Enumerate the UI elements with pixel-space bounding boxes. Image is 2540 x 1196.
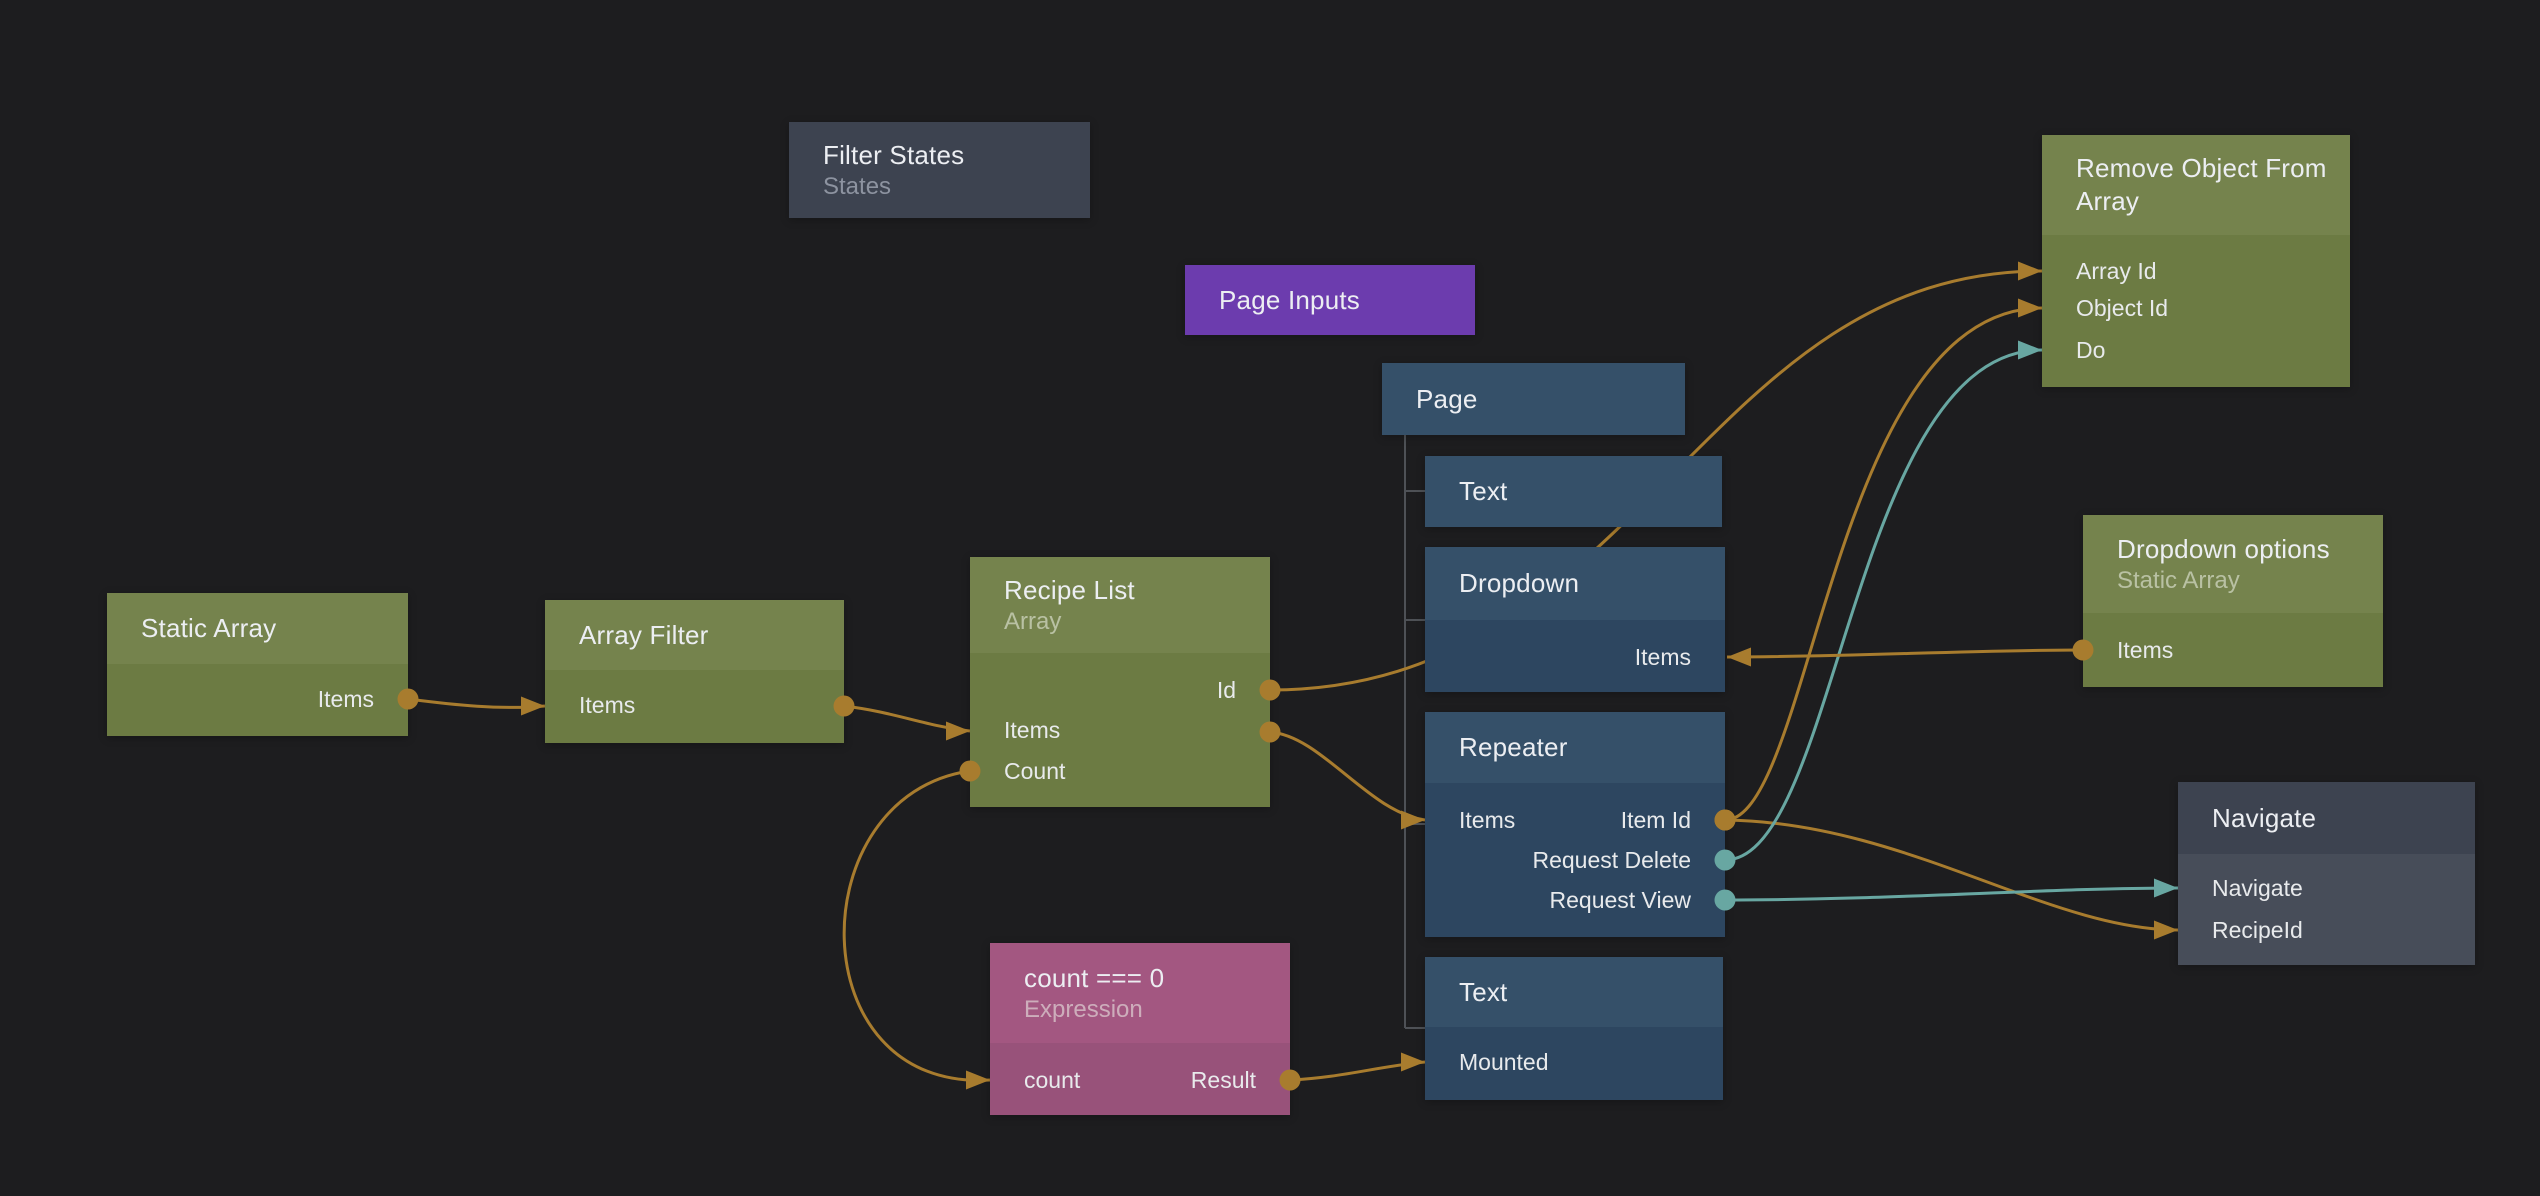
node-header: Text (1425, 957, 1723, 1027)
node-remove-object-from-array[interactable]: Remove Object From Array Array Id Object I… (2042, 135, 2350, 387)
node-subtitle: States (823, 172, 1072, 202)
node-title: Text (1459, 475, 1704, 508)
node-title: Remove Object From Array (2076, 152, 2332, 218)
node-text-2[interactable]: Text Mounted (1425, 957, 1723, 1100)
node-title: Dropdown (1459, 567, 1707, 600)
node-navigate[interactable]: Navigate Navigate RecipeId (2178, 782, 2475, 965)
wire-repeater-item-id-to-remove-object-object-id[interactable] (1725, 308, 2042, 820)
node-recipe-list[interactable]: Recipe ListArray Id Items Count (970, 557, 1270, 807)
node-subtitle: Static Array (2117, 566, 2365, 596)
node-dropdown[interactable]: Dropdown Items (1425, 547, 1725, 692)
port-static-array-items[interactable]: Items (318, 684, 374, 714)
node-header: Static Array (107, 593, 408, 664)
port-repeater-request-delete[interactable]: Request Delete (1532, 845, 1691, 875)
node-title: Static Array (141, 612, 390, 645)
node-repeater[interactable]: Repeater Items Item Id Request Delete Reques… (1425, 712, 1725, 937)
port-repeater-items[interactable]: Items (1459, 805, 1515, 835)
node-header: Filter StatesStates (789, 122, 1090, 218)
node-subtitle: Array (1004, 607, 1252, 637)
port-recipe-list-count[interactable]: Count (1004, 756, 1065, 786)
node-header: Array Filter (545, 600, 844, 670)
node-header: Dropdown optionsStatic Array (2083, 515, 2383, 613)
port-navigate-navigate[interactable]: Navigate (2212, 873, 2303, 903)
node-title: Filter States (823, 139, 1072, 172)
port-repeater-item-id[interactable]: Item Id (1621, 805, 1691, 835)
wire-repeater-request-view-to-navigate-navigate[interactable] (1725, 888, 2178, 900)
port-array-filter-items[interactable]: Items (579, 690, 635, 720)
wire-repeater-request-delete-to-remove-object-do[interactable] (1725, 350, 2042, 860)
wire-static-array-items-to-array-filter-items[interactable] (408, 699, 545, 707)
node-header: Dropdown (1425, 547, 1725, 620)
hierarchy-tree-line (1405, 435, 1425, 1028)
node-page-inputs[interactable]: Page Inputs (1185, 265, 1475, 335)
wire-array-filter-items-to-recipe-list-items[interactable] (844, 706, 970, 731)
wire-expression-result-to-text-2-mounted[interactable] (1290, 1062, 1425, 1080)
node-subtitle: Expression (1024, 995, 1272, 1025)
node-title: count === 0 (1024, 962, 1272, 995)
node-header: Page Inputs (1185, 265, 1475, 335)
node-static-array[interactable]: Static Array Items (107, 593, 408, 736)
port-recipe-list-id[interactable]: Id (1217, 675, 1236, 705)
port-dropdown-items[interactable]: Items (1635, 642, 1691, 672)
port-remove-object-from-array-array-id[interactable]: Array Id (2076, 256, 2157, 286)
port-dropdown-options-items[interactable]: Items (2117, 635, 2173, 665)
node-title: Array Filter (579, 619, 826, 652)
port-expression-count[interactable]: count (1024, 1065, 1080, 1095)
wire-recipe-list-items-to-repeater-items[interactable] (1270, 732, 1425, 820)
node-title: Dropdown options (2117, 533, 2365, 566)
node-expression[interactable]: count === 0Expression count Result (990, 943, 1290, 1115)
port-repeater-request-view[interactable]: Request View (1550, 885, 1692, 915)
node-filter-states[interactable]: Filter StatesStates (789, 122, 1090, 218)
node-header: Navigate (2178, 782, 2475, 854)
node-title: Recipe List (1004, 574, 1252, 607)
port-text-2-mounted[interactable]: Mounted (1459, 1047, 1549, 1077)
node-header: Remove Object From Array (2042, 135, 2350, 235)
node-text-1[interactable]: Text (1425, 456, 1722, 527)
node-page[interactable]: Page (1382, 363, 1685, 435)
node-header: count === 0Expression (990, 943, 1290, 1043)
node-header: Page (1382, 363, 1685, 435)
node-dropdown-options[interactable]: Dropdown optionsStatic Array Items (2083, 515, 2383, 687)
node-title: Repeater (1459, 731, 1707, 764)
wire-repeater-item-id-to-navigate-recipe-id[interactable] (1725, 820, 2178, 930)
port-remove-object-from-array-object-id[interactable]: Object Id (2076, 293, 2168, 323)
wire-recipe-list-count-to-expression-count[interactable] (844, 771, 990, 1080)
node-title: Page Inputs (1219, 284, 1457, 317)
port-remove-object-from-array-do[interactable]: Do (2076, 335, 2105, 365)
node-graph-canvas[interactable]: Filter StatesStates Page Inputs Page Remove… (0, 0, 2540, 1196)
port-expression-result[interactable]: Result (1191, 1065, 1256, 1095)
node-title: Navigate (2212, 802, 2457, 835)
node-array-filter[interactable]: Array Filter Items (545, 600, 844, 743)
node-title: Page (1416, 383, 1667, 416)
wire-dropdown-options-items-to-dropdown-items[interactable] (1727, 650, 2083, 657)
node-header: Recipe ListArray (970, 557, 1270, 653)
node-header: Repeater (1425, 712, 1725, 783)
node-title: Text (1459, 976, 1705, 1009)
node-header: Text (1425, 456, 1722, 527)
port-navigate-recipe-id[interactable]: RecipeId (2212, 915, 2303, 945)
port-recipe-list-items[interactable]: Items (1004, 715, 1060, 745)
